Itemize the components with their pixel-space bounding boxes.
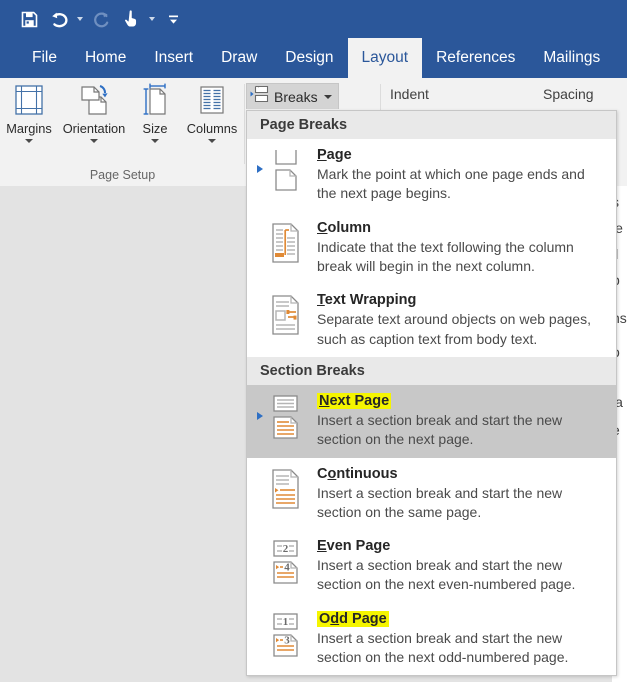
save-icon[interactable] [14,4,44,34]
menu-item-title: Next Page [317,392,392,409]
menu-item-description: Indicate that the text following the col… [317,238,574,274]
tab-review[interactable]: Re [614,38,627,78]
breaks-dropdown-menu[interactable]: Page Breaks Page Mark the point at which… [246,110,617,677]
section-breaks-section-header: Section Breaks [247,356,616,385]
quick-access-toolbar [14,0,188,38]
tab-draw[interactable]: Draw [207,38,271,78]
ribbon-tab-strip: File Home Insert Draw Design Layout Refe… [0,38,627,78]
tab-design[interactable]: Design [271,38,347,78]
next-page-section-break-icon [255,392,317,440]
menu-item-odd-page[interactable]: 1 3 Odd Page Insert a section break and … [247,603,616,676]
text-wrapping-break-icon [255,291,317,337]
undo-icon[interactable] [44,4,74,34]
menu-item-description: Insert a section break and start the new… [317,484,563,520]
breaks-icon [250,85,270,108]
columns-label: Columns [186,121,238,136]
menu-item-even-page[interactable]: 2 4 Even Page Insert a section break and… [247,530,616,603]
svg-text:3: 3 [284,634,290,646]
tab-mailings[interactable]: Mailings [529,38,614,78]
svg-text:1: 1 [283,616,289,628]
menu-item-description: Mark the point at which one page ends an… [317,166,585,202]
columns-button[interactable]: Columns [180,82,244,143]
customize-quick-access-toolbar-icon[interactable] [158,4,188,34]
margins-icon [12,82,46,118]
menu-item-continuous[interactable]: Continuous Insert a section break and st… [247,458,616,531]
tab-home[interactable]: Home [71,38,140,78]
group-divider [244,84,245,164]
margins-button[interactable]: Margins [0,82,58,143]
menu-item-column[interactable]: Column Indicate that the text following … [247,212,616,285]
margins-label: Margins [6,121,52,136]
menu-item-title: Text Wrapping [317,292,417,309]
orientation-label: Orientation [62,121,126,136]
touch-mode-dropdown-caret-icon[interactable] [146,4,158,34]
menu-item-title: Even Page [317,538,391,555]
orientation-icon [76,82,112,118]
breaks-button[interactable]: Breaks [246,83,339,109]
tab-layout[interactable]: Layout [347,38,423,78]
even-page-section-break-icon: 2 4 [255,537,317,585]
page-breaks-section-header: Page Breaks [247,111,616,139]
touch-mouse-mode-icon[interactable] [116,4,146,34]
breaks-label: Breaks [274,88,318,105]
columns-dropdown-caret-icon[interactable] [208,139,216,143]
page-setup-group: Margins Orientation Size Columns Page Se… [0,78,245,184]
continuous-section-break-icon [255,465,317,511]
columns-icon [195,82,229,118]
svg-text:4: 4 [284,562,290,574]
indent-label: Indent [390,86,429,102]
menu-item-description: Insert a section break and start the new… [317,557,576,593]
undo-dropdown-caret-icon[interactable] [74,4,86,34]
odd-page-section-break-icon: 1 3 [255,610,317,658]
spacing-label: Spacing [543,86,594,102]
word-application-window: File Home Insert Draw Design Layout Refe… [0,0,627,682]
menu-item-description: Insert a section break and start the new… [317,411,563,448]
menu-item-title: Odd Page [317,610,389,627]
column-break-icon [255,219,317,265]
margins-dropdown-caret-icon[interactable] [25,139,33,143]
menu-item-description: Separate text around objects on web page… [317,311,591,347]
menu-item-title: Column [317,219,371,236]
menu-item-title: Page [317,147,352,163]
size-button[interactable]: Size [130,82,180,143]
svg-text:2: 2 [283,543,289,555]
orientation-button[interactable]: Orientation [58,82,130,143]
tab-file[interactable]: File [18,38,71,78]
menu-item-next-page[interactable]: Next Page Insert a section break and sta… [247,384,616,458]
menu-item-text-wrapping[interactable]: Text Wrapping Separate text around objec… [247,284,616,357]
tab-insert[interactable]: Insert [140,38,207,78]
size-icon [139,82,171,118]
selection-marker-icon [257,165,263,173]
size-label: Size [142,121,168,136]
breaks-dropdown-caret-icon[interactable] [323,94,332,99]
menu-item-page[interactable]: Page Mark the point at which one page en… [247,139,616,212]
title-bar [0,0,627,38]
tab-references[interactable]: References [422,38,529,78]
selection-marker-icon [257,411,263,420]
menu-item-description: Insert a section break and start the new… [317,629,569,666]
page-break-icon [255,146,317,192]
menu-item-title: Continuous [317,465,398,482]
size-dropdown-caret-icon[interactable] [151,139,159,143]
orientation-dropdown-caret-icon[interactable] [90,139,98,143]
page-setup-group-label: Page Setup [89,168,156,182]
redo-icon [86,4,116,34]
